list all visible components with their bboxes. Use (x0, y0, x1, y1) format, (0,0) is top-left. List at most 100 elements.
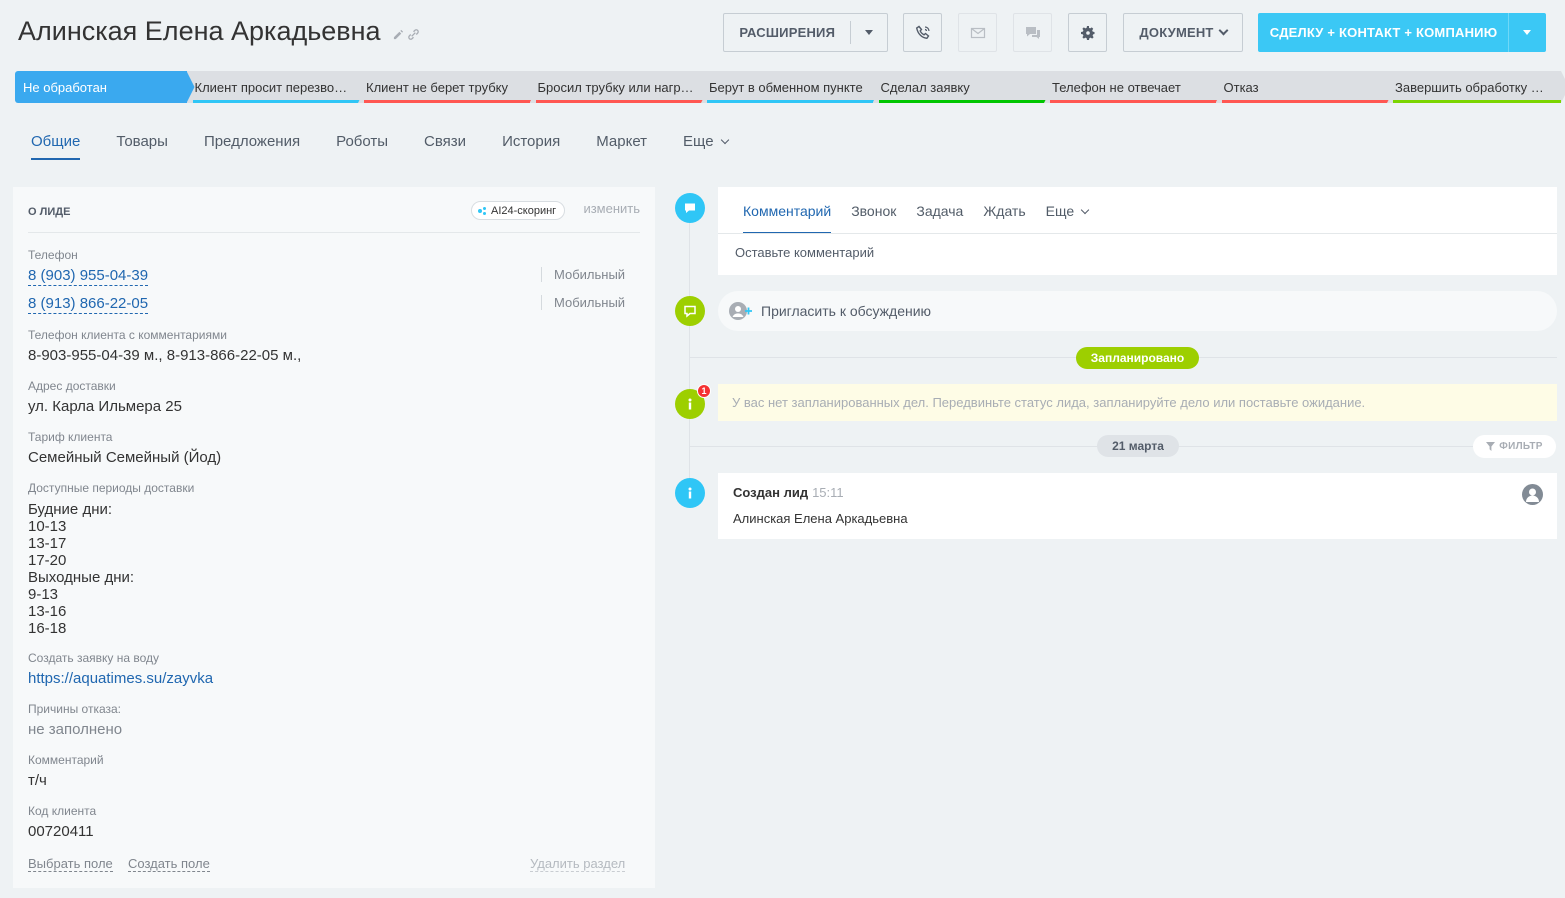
tab-7[interactable]: Маркет (596, 133, 647, 159)
editor-tab-label: Ждать (983, 203, 1026, 219)
invite-to-discussion-button[interactable]: Пригласить к обсуждению (718, 291, 1557, 331)
chevron-down-icon (1218, 25, 1229, 36)
create-field-link[interactable]: Создать поле (128, 856, 210, 872)
editor-tab-label: Еще (1045, 203, 1075, 219)
field-label-phone: Телефон (28, 248, 78, 262)
mail-icon (970, 27, 985, 38)
filter-label: ФИЛЬТР (1499, 441, 1543, 452)
speech-bubble-icon (684, 305, 696, 318)
stage-5[interactable]: Берут в обменном пункте (701, 71, 883, 103)
stage-3[interactable]: Клиент не берет трубку (358, 71, 540, 103)
comment-input[interactable]: Оставьте комментарий (735, 245, 874, 260)
field-label-tariff: Тариф клиента (28, 430, 113, 444)
editor-tab-5[interactable]: Еще (1045, 203, 1090, 234)
stage-label: Завершить обработку лида (1395, 79, 1551, 95)
field-label-code: Код клиента (28, 804, 97, 818)
info-icon (688, 487, 692, 499)
period-line: 13-17 (28, 535, 67, 552)
filter-button[interactable]: ФИЛЬТР (1473, 435, 1556, 458)
field-label-order: Создать заявку на воду (28, 651, 159, 665)
stage-4[interactable]: Бросил трубку или нагрубил (530, 71, 712, 103)
avatar[interactable] (1522, 484, 1543, 505)
phone-link-2[interactable]: 8 (913) 866-22-05 (28, 295, 149, 314)
delete-section-link[interactable]: Удалить раздел (530, 856, 626, 872)
editor-tab-3[interactable]: Задача (916, 203, 963, 234)
pencil-icon[interactable] (393, 29, 404, 40)
stage-9[interactable]: Завершить обработку лида (1387, 71, 1565, 103)
stage-8[interactable]: Отказ (1216, 71, 1398, 103)
editor-tab-1[interactable]: Комментарий (743, 203, 832, 234)
gear-icon (1080, 25, 1094, 40)
ai-scoring-badge[interactable]: AI24-скоринг (471, 201, 566, 220)
phone-type-1: Мобильный (541, 267, 625, 282)
message-button[interactable] (1013, 13, 1052, 52)
add-user-icon (729, 302, 752, 320)
caret-down-icon (1523, 30, 1532, 35)
period-line: 10-13 (28, 518, 67, 535)
tab-8[interactable]: Еще (683, 133, 729, 159)
extensions-label: РАСШИРЕНИЯ (739, 25, 836, 40)
period-line: 9-13 (28, 586, 59, 603)
stage-2[interactable]: Клиент просит перезвонить (187, 71, 369, 103)
title-actions (393, 29, 419, 40)
filter-icon (1486, 442, 1496, 451)
stage-1[interactable]: Не обработан (15, 71, 197, 103)
tab-label: Общие (31, 133, 81, 150)
date-separator-badge: 21 марта (1097, 435, 1179, 457)
tab-label: Связи (424, 133, 467, 150)
convert-dropdown[interactable] (1509, 30, 1545, 35)
period-line: 16-18 (28, 620, 67, 637)
stage-7[interactable]: Телефон не отвечает (1044, 71, 1226, 103)
tab-3[interactable]: Предложения (204, 133, 300, 159)
field-label-address: Адрес доставки (28, 379, 116, 393)
section-header: О ЛИДЕ AI24-скоринг изменить (28, 200, 640, 233)
link-icon[interactable] (407, 29, 419, 40)
stage-6[interactable]: Сделал заявку (873, 71, 1055, 103)
tab-2[interactable]: Товары (116, 133, 168, 159)
section-title: О ЛИДЕ (28, 206, 71, 218)
editor-tabs: Комментарий Звонок Задача Ждать Еще (743, 203, 1108, 234)
tab-1[interactable]: Общие (31, 133, 81, 160)
phone-icon (915, 25, 930, 39)
tab-6[interactable]: История (502, 133, 560, 159)
lead-info-panel: О ЛИДЕ AI24-скоринг изменить Телефон 8 (… (13, 187, 655, 888)
editor-tab-4[interactable]: Ждать (983, 203, 1025, 234)
phone-type-2: Мобильный (541, 295, 625, 310)
change-section-link[interactable]: изменить (583, 201, 640, 216)
extensions-button[interactable]: РАСШИРЕНИЯ (723, 13, 888, 52)
event-lead-name[interactable]: Алинская Елена Аркадьевна (733, 511, 908, 526)
document-button[interactable]: ДОКУМЕНТ (1123, 13, 1243, 52)
stage-color-bar (536, 100, 704, 103)
editor-tab-label: Задача (916, 203, 964, 219)
tab-4[interactable]: Роботы (336, 133, 388, 159)
field-value-reasons: не заполнено (28, 721, 123, 738)
stage-label: Не обработан (23, 79, 107, 95)
convert-button[interactable]: СДЕЛКУ + КОНТАКТ + КОМПАНИЮ (1258, 13, 1546, 52)
stage-color-bar (1393, 100, 1561, 103)
field-label-periods: Доступные периоды доставки (28, 481, 195, 495)
field-label-reasons: Причины отказа: (28, 702, 122, 716)
event-title: Создан лид 15:11 (733, 485, 844, 500)
editor-tab-2[interactable]: Звонок (851, 203, 896, 234)
no-plans-notice: У вас нет запланированных дел. Передвинь… (718, 384, 1557, 421)
extensions-dropdown[interactable] (851, 30, 887, 35)
tab-5[interactable]: Связи (424, 133, 466, 159)
stage-color-bar (1050, 100, 1218, 103)
select-field-link[interactable]: Выбрать поле (28, 856, 113, 872)
stage-label: Сделал заявку (880, 79, 970, 95)
period-line: Выходные дни: (28, 569, 135, 586)
divider (718, 233, 1557, 234)
period-line: 17-20 (28, 552, 67, 569)
planned-section-badge: Запланировано (1076, 347, 1199, 369)
timeline-discussion-marker (675, 296, 705, 326)
lead-title-text: Алинская Елена Аркадьевна (18, 16, 381, 46)
call-button[interactable] (903, 13, 942, 52)
order-url-link[interactable]: https://aquatimes.su/zayvka (28, 670, 213, 687)
phone-link-1[interactable]: 8 (903) 955-04-39 (28, 267, 149, 286)
stage-bar: Не обработан Клиент просит перезвонить Кли… (15, 71, 1555, 103)
settings-button[interactable] (1068, 13, 1107, 52)
lead-created-event: Создан лид 15:11 Алинская Елена Аркадьевн… (718, 473, 1557, 539)
stage-label: Клиент просит перезвонить (194, 79, 351, 95)
email-button[interactable] (958, 13, 997, 52)
chat-icon (1025, 26, 1040, 39)
